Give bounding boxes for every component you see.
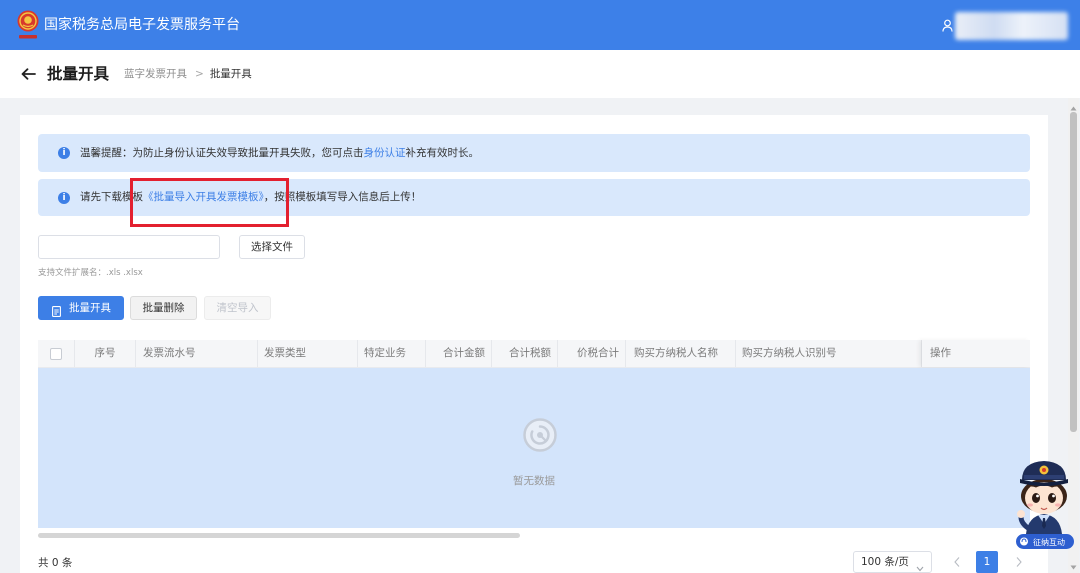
user-icon[interactable] — [942, 19, 953, 32]
scroll-up-arrow-icon[interactable] — [1070, 102, 1077, 111]
scroll-down-arrow-icon[interactable] — [1070, 561, 1077, 570]
th-price-tax-total: 价税合计 — [558, 340, 626, 367]
top-header: 国家税务总局电子发票服务平台 — [0, 0, 1080, 50]
th-buyer-tax-id: 购买方纳税人识别号 — [736, 340, 922, 367]
alert-auth-reminder-text: 温馨提醒：为防止身份认证失效导致批量开具失败，您可点击身份认证补充有效时长。 — [80, 147, 479, 160]
user-name-blurred[interactable] — [955, 12, 1068, 40]
chevron-left-icon[interactable] — [953, 556, 961, 568]
batch-issue-button[interactable]: 批量开具 — [38, 296, 124, 320]
file-extension-hint: 支持文件扩展名：.xls .xlsx — [38, 268, 143, 278]
th-invoice-type: 发票类型 — [258, 340, 358, 367]
alert-template-download-text: 请先下载模板《批量导入开具发票模板》，按照模板填写导入信息后上传！ — [80, 191, 421, 204]
th-serial-number: 发票流水号 — [136, 340, 258, 367]
page-size-value: 100 条/页 — [861, 556, 909, 568]
page-title: 批量开具 — [47, 65, 110, 83]
download-template-link[interactable]: 《批量导入开具发票模板》 — [143, 191, 264, 203]
total-count: 共 0 条 — [38, 557, 73, 569]
batch-delete-button[interactable]: 批量删除 — [130, 296, 197, 320]
chevron-right-icon[interactable] — [1015, 556, 1023, 568]
scrollbar-thumb[interactable] — [1070, 112, 1077, 432]
alert-text-suffix: 补充有效时长。 — [405, 146, 480, 159]
breadcrumb-item-blue-invoice[interactable]: 蓝字发票开具 — [124, 68, 187, 80]
table-header: 序号 发票流水号 发票类型 特定业务 合计金额 合计税额 价税合计 购买方纳税人… — [38, 340, 1030, 368]
th-operations: 操作 — [922, 340, 1030, 367]
th-buyer-name: 购买方纳税人名称 — [626, 340, 736, 367]
main-card: i 温馨提醒：为防止身份认证失效导致批量开具失败，您可点击身份认证补充有效时长。… — [20, 115, 1048, 573]
th-total-amount: 合计金额 — [426, 340, 492, 367]
breadcrumb-item-current: 批量开具 — [209, 68, 252, 80]
batch-issue-label: 批量开具 — [69, 302, 111, 314]
empty-data-text: 暂无数据 — [513, 475, 555, 487]
th-index: 序号 — [75, 340, 136, 367]
alert-text-prefix: 请先下载模板 — [80, 191, 143, 203]
breadcrumb-separator: > — [195, 68, 204, 80]
info-icon: i — [58, 191, 70, 204]
chevron-down-icon — [916, 559, 924, 572]
breadcrumb: 蓝字发票开具 > 批量开具 — [124, 68, 252, 81]
th-total-tax: 合计税额 — [492, 340, 558, 367]
page-number-current[interactable]: 1 — [976, 551, 998, 573]
tax-emblem-logo[interactable] — [16, 8, 40, 42]
alert-auth-reminder: i 温馨提醒：为防止身份认证失效导致批量开具失败，您可点击身份认证补充有效时长。 — [38, 134, 1030, 172]
th-select — [38, 340, 75, 367]
alert-template-download: i 请先下载模板《批量导入开具发票模板》，按照模板填写导入信息后上传！ — [38, 179, 1030, 216]
assistant-label: 征纳互动 — [1033, 537, 1065, 547]
th-special-business: 特定业务 — [358, 340, 426, 367]
empty-data-icon — [522, 417, 558, 453]
invoice-import-table: 序号 发票流水号 发票类型 特定业务 合计金额 合计税额 价税合计 购买方纳税人… — [38, 340, 1030, 528]
clear-import-button[interactable]: 清空导入 — [204, 296, 271, 320]
app-title: 国家税务总局电子发票服务平台 — [44, 17, 240, 33]
page-header: 批量开具 蓝字发票开具 > 批量开具 — [0, 50, 1080, 98]
file-name-input[interactable] — [38, 235, 220, 259]
arrow-left-icon[interactable] — [21, 68, 36, 80]
table-horizontal-scrollbar[interactable] — [38, 533, 520, 538]
identity-auth-link[interactable]: 身份认证 — [364, 147, 406, 159]
alert-text-prefix: 温馨提醒：为防止身份认证失效导致批量开具失败，您可点击 — [80, 146, 364, 159]
page-size-select[interactable]: 100 条/页 — [853, 551, 932, 573]
select-all-checkbox[interactable] — [50, 348, 62, 360]
table-body: 暂无数据 — [38, 368, 1030, 528]
document-icon — [52, 303, 61, 317]
choose-file-button[interactable]: 选择文件 — [239, 235, 305, 259]
alert-text-suffix: ，按照模板填写导入信息后上传！ — [263, 191, 422, 203]
info-icon: i — [58, 147, 70, 159]
tax-officer-mascot[interactable]: 征纳互动 — [1012, 458, 1076, 552]
